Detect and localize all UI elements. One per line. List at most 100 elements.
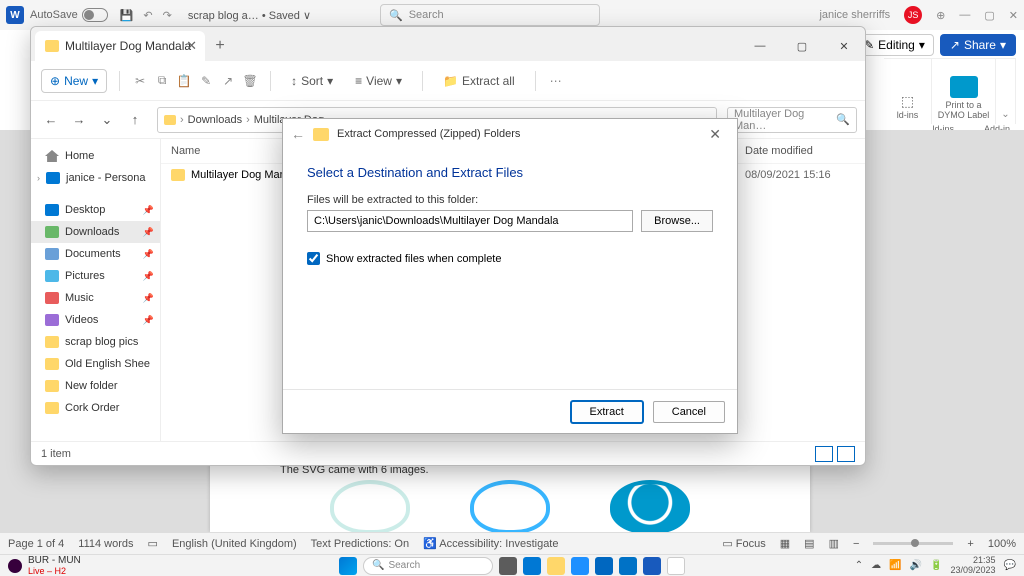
mandala-image-3[interactable] [610,480,690,534]
sidebar-folder[interactable]: Cork Order [31,397,160,419]
maximize-icon[interactable]: ▢ [984,9,994,22]
extract-button[interactable]: Extract [571,401,643,423]
view-print-icon[interactable]: ▤ [804,537,814,550]
maximize-button[interactable]: ▢ [781,31,823,61]
sidebar-pictures[interactable]: Pictures📌 [31,265,160,287]
tray-chevron-icon[interactable]: ⌃ [855,560,863,571]
zoom-level[interactable]: 100% [988,538,1016,550]
zoom-slider[interactable] [873,542,953,545]
paste-icon[interactable]: 📋 [176,73,192,89]
sidebar-desktop[interactable]: Desktop📌 [31,199,160,221]
snipping-icon[interactable] [667,557,685,575]
view-read-icon[interactable]: ▦ [780,537,790,550]
browse-button[interactable]: Browse... [641,210,713,232]
language[interactable]: English (United Kingdom) [172,538,297,550]
store-icon[interactable] [595,557,613,575]
new-tab-button[interactable]: + [205,31,235,61]
show-files-checkbox[interactable]: Show extracted files when complete [307,252,713,265]
forward-button[interactable]: → [67,108,91,132]
explorer-tab[interactable]: Multilayer Dog Mandala ✕ [35,31,205,61]
share-icon[interactable]: ↗ [220,73,236,89]
taskbar-widget[interactable]: BUR - MUN Live – H2 [0,555,81,576]
redo-icon[interactable]: ↷ [163,9,172,22]
start-button[interactable] [339,557,357,575]
chat-icon[interactable] [523,557,541,575]
text-predictions[interactable]: Text Predictions: On [311,538,409,550]
word-icon[interactable] [643,557,661,575]
dymo-addin[interactable]: Print to aDYMO Label [932,59,996,124]
chevron-down-icon[interactable]: ⌄ [95,108,119,132]
sort-button[interactable]: ↕Sort▾ [283,70,341,92]
icons-view-icon[interactable] [837,446,855,462]
zoom-in-icon[interactable]: + [967,538,973,550]
rename-icon[interactable]: ✎ [198,73,214,89]
col-modified[interactable]: Date modified [745,145,855,157]
view-web-icon[interactable]: ▥ [829,537,839,550]
details-view-icon[interactable] [815,446,833,462]
clock[interactable]: 21:35 23/09/2023 [951,556,996,576]
sidebar-onedrive[interactable]: ›janice - Persona [31,167,160,189]
back-button[interactable]: ← [39,108,63,132]
autosave-toggle[interactable] [82,8,108,22]
sidebar-folder[interactable]: Old English Shee [31,353,160,375]
volume-icon[interactable]: 🔊 [910,560,922,571]
outlook-icon[interactable] [619,557,637,575]
word-search[interactable]: 🔍 Search [380,4,600,26]
cut-icon[interactable]: ✂ [132,73,148,89]
sidebar-folder[interactable]: scrap blog pics [31,331,160,353]
pin-icon: 📌 [143,271,154,282]
word-count[interactable]: 1114 words [78,538,133,550]
taskview-icon[interactable] [499,557,517,575]
present-icon[interactable]: ⊕ [936,9,945,22]
onedrive-icon[interactable]: ☁ [871,560,881,571]
destination-path-input[interactable] [307,210,633,232]
undo-icon[interactable]: ↶ [143,9,152,22]
edge-icon[interactable] [571,557,589,575]
close-button[interactable]: ✕ [823,31,865,61]
ribbon-collapse[interactable]: ⌄ [996,59,1016,124]
avatar[interactable]: JS [904,6,922,24]
zoom-out-icon[interactable]: − [853,538,859,550]
battery-icon[interactable]: 🔋 [930,560,942,571]
mandala-image-2[interactable] [470,480,550,534]
sidebar-videos[interactable]: Videos📌 [31,309,160,331]
view-button[interactable]: ≡View▾ [347,70,410,92]
document-name[interactable]: scrap blog a… • Saved ∨ [188,9,311,22]
share-label: Share [964,38,996,52]
minimize-icon[interactable]: — [959,9,970,21]
copy-icon[interactable]: ⧉ [154,73,170,89]
save-icon[interactable]: 💾 [120,9,134,22]
accessibility[interactable]: ♿ Accessibility: Investigate [423,537,558,550]
breadcrumb-downloads[interactable]: Downloads [188,114,242,126]
explorer-search[interactable]: Multilayer Dog Man… 🔍 [727,107,857,133]
sidebar-downloads[interactable]: Downloads📌 [31,221,160,243]
close-icon[interactable]: ✕ [701,122,729,147]
checkbox[interactable] [307,252,320,265]
sidebar-home[interactable]: Home [31,145,160,167]
sidebar-folder[interactable]: New folder [31,375,160,397]
back-icon[interactable]: ← [291,126,305,142]
tab-close-icon[interactable]: ✕ [186,38,197,54]
mandala-image-1[interactable] [330,480,410,534]
editing-button[interactable]: ✎Editing▾ [855,34,934,56]
addin-group[interactable]: ⬚ld-ins [884,59,932,124]
sidebar-music[interactable]: Music📌 [31,287,160,309]
taskbar-search[interactable]: 🔍Search [363,557,493,575]
spellcheck-icon[interactable]: ▭ [148,537,158,550]
share-button[interactable]: ↗Share▾ [940,34,1016,56]
cancel-button[interactable]: Cancel [653,401,725,423]
extract-all-button[interactable]: 📁Extract all [435,70,523,92]
close-icon[interactable]: ✕ [1009,9,1018,22]
minimize-button[interactable]: — [739,31,781,61]
user-name[interactable]: janice sherriffs [819,9,890,21]
notifications-icon[interactable]: 💬 [1004,560,1016,571]
up-button[interactable]: ↑ [123,108,147,132]
more-icon[interactable]: ⋯ [548,73,564,89]
focus-button[interactable]: ▭ Focus [722,537,765,550]
page-count[interactable]: Page 1 of 4 [8,538,64,550]
sidebar-documents[interactable]: Documents📌 [31,243,160,265]
explorer-icon[interactable] [547,557,565,575]
delete-icon[interactable]: 🗑 [242,73,258,89]
wifi-icon[interactable]: 📶 [889,560,901,571]
new-button[interactable]: ⊕New▾ [41,69,107,93]
